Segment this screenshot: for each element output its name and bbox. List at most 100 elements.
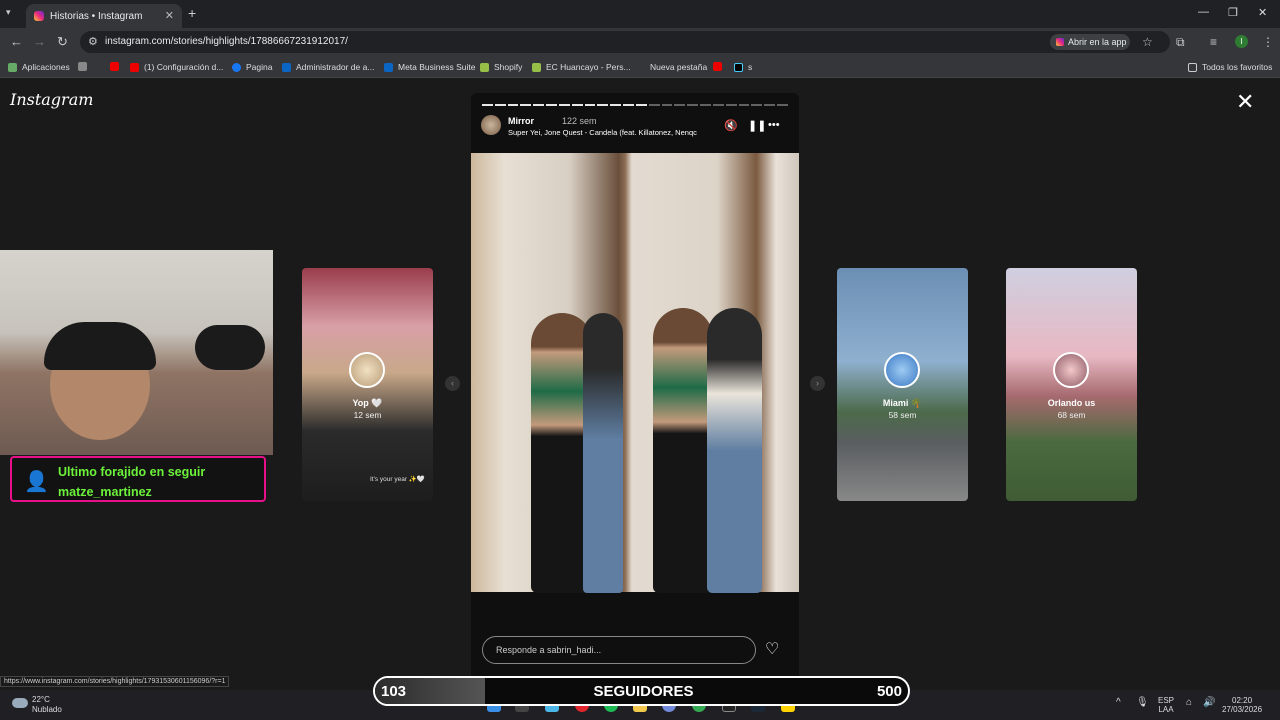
mute-icon[interactable]: 🔇 bbox=[724, 119, 738, 132]
microphone-tray-icon[interactable]: 🎙 bbox=[1136, 698, 1149, 708]
progress-segment bbox=[764, 104, 776, 106]
link-status-bar: https://www.instagram.com/stories/highli… bbox=[0, 676, 230, 687]
bookmark-youtube-2[interactable] bbox=[713, 62, 727, 71]
profile-avatar[interactable]: I bbox=[1235, 35, 1248, 48]
progress-segment bbox=[635, 104, 647, 106]
clock[interactable]: 02:20 27/03/2026 bbox=[1222, 696, 1262, 714]
progress-segment bbox=[597, 104, 609, 106]
webcam-overlay bbox=[0, 250, 273, 455]
minimize-icon[interactable]: — bbox=[1198, 6, 1209, 18]
open-in-app-button[interactable]: Abrir en la app bbox=[1050, 34, 1130, 50]
next-story-icon[interactable]: › bbox=[810, 376, 825, 391]
add-person-icon: 👤 bbox=[24, 471, 49, 493]
progress-segment bbox=[700, 104, 711, 106]
address-bar[interactable]: ⚙ instagram.com/stories/highlights/17886… bbox=[80, 31, 1170, 53]
bookmark-admin[interactable]: Administrador de a... bbox=[282, 62, 374, 72]
story-name: Orlando us bbox=[1047, 398, 1096, 408]
follower-goal-label: SEGUIDORES bbox=[593, 683, 694, 700]
story-time: 68 sem bbox=[1057, 410, 1086, 420]
side-story-yop[interactable]: Yop 🤍 12 sem It's your year ✨🤍 bbox=[302, 268, 433, 501]
all-favorites[interactable]: Todos los favoritos bbox=[1188, 62, 1272, 72]
pause-icon[interactable]: ❚❚ bbox=[748, 119, 766, 132]
progress-segment bbox=[751, 104, 763, 106]
tab-strip: ▾ Historias • Instagram ✕ + — ❐ ✕ bbox=[0, 0, 1280, 28]
bookmark-star-icon[interactable]: ☆ bbox=[1142, 35, 1153, 49]
tray-chevron-icon[interactable]: ^ bbox=[1116, 698, 1121, 708]
story-name: Miami 🌴 bbox=[882, 398, 923, 408]
more-options-icon[interactable]: ••• bbox=[768, 119, 780, 131]
side-story-miami[interactable]: Miami 🌴 58 sem bbox=[837, 268, 968, 501]
bookmark-youtube-1[interactable] bbox=[110, 62, 124, 71]
reply-input[interactable]: Responde a sabrin_hadi... bbox=[482, 636, 756, 664]
progress-segment bbox=[623, 104, 634, 106]
site-info-icon[interactable]: ⚙ bbox=[88, 35, 98, 48]
youtube-icon bbox=[713, 62, 722, 71]
tab-search-icon[interactable]: ▾ bbox=[6, 7, 11, 18]
alert-follower-name: matze_martinez bbox=[58, 485, 152, 499]
like-heart-icon[interactable]: ♡ bbox=[765, 639, 779, 659]
microphone-icon bbox=[195, 325, 265, 370]
network-icon[interactable]: ⌂ bbox=[1186, 698, 1192, 708]
progress-segment bbox=[610, 104, 622, 106]
new-tab-icon[interactable]: + bbox=[188, 5, 196, 21]
progress-segment bbox=[533, 104, 545, 106]
story-music[interactable]: Super Yei, Jone Quest - Candela (feat. K… bbox=[508, 128, 697, 137]
meta-icon bbox=[384, 62, 393, 72]
restore-icon[interactable]: ❐ bbox=[1228, 6, 1238, 19]
progress-segment bbox=[712, 104, 724, 106]
avatar bbox=[1053, 352, 1089, 388]
bookmark-apps[interactable]: Aplicaciones bbox=[8, 62, 70, 72]
story-time: 122 sem bbox=[562, 116, 597, 126]
folder-icon bbox=[1188, 62, 1197, 72]
reload-icon[interactable]: ↻ bbox=[57, 34, 68, 50]
apps-icon bbox=[8, 62, 17, 72]
back-icon[interactable]: ← bbox=[10, 34, 23, 49]
bookmark-meta-suite[interactable]: Meta Business Suite bbox=[384, 62, 475, 72]
side-story-orlando[interactable]: Orlando us 68 sem bbox=[1006, 268, 1137, 501]
tab-title: Historias • Instagram bbox=[50, 10, 143, 22]
window-close-icon[interactable]: ✕ bbox=[1258, 6, 1267, 19]
progress-segment bbox=[507, 104, 519, 106]
follower-alert: 👤 Ultimo forajido en seguir matze_martin… bbox=[10, 456, 266, 502]
bookmark-shopify[interactable]: Shopify bbox=[480, 62, 522, 72]
menu-icon[interactable]: ⋮ bbox=[1262, 35, 1274, 49]
active-story[interactable]: Mirror 122 sem Super Yei, Jone Quest - C… bbox=[471, 93, 799, 690]
url-text: instagram.com/stories/highlights/1788666… bbox=[105, 36, 348, 47]
progress-segment bbox=[725, 104, 737, 106]
story-username[interactable]: Mirror bbox=[508, 116, 534, 126]
bookmark-ec-huancayo[interactable]: EC Huancayo - Pers... bbox=[532, 62, 631, 72]
avatar[interactable] bbox=[481, 115, 501, 135]
progress-segment bbox=[520, 104, 532, 106]
close-tab-icon[interactable]: ✕ bbox=[165, 9, 174, 22]
extensions-icon[interactable]: ⧉ bbox=[1176, 35, 1185, 50]
follower-goal-bar: 103 SEGUIDORES 500 bbox=[373, 676, 910, 706]
avatar bbox=[349, 352, 385, 388]
progress-segment bbox=[661, 104, 673, 106]
avatar bbox=[884, 352, 920, 388]
progress-segment bbox=[674, 104, 686, 106]
bookmark-grid[interactable] bbox=[78, 62, 92, 71]
close-stories-icon[interactable]: ✕ bbox=[1236, 91, 1254, 113]
language-indicator[interactable]: ESP LAA bbox=[1158, 696, 1174, 714]
grid-icon bbox=[78, 62, 87, 71]
previous-story-icon[interactable]: ‹ bbox=[445, 376, 460, 391]
bookmark-new-tab[interactable]: Nueva pestaña bbox=[650, 62, 707, 72]
progress-segment bbox=[648, 104, 660, 106]
instagram-favicon-icon bbox=[34, 11, 44, 21]
cloud-icon bbox=[12, 698, 28, 708]
forward-icon[interactable]: → bbox=[33, 34, 46, 49]
instagram-logo[interactable]: Instagram bbox=[10, 90, 93, 109]
volume-icon[interactable]: 🔊 bbox=[1203, 698, 1215, 708]
story-caption: It's your year ✨🤍 bbox=[370, 476, 425, 483]
bookmark-config[interactable]: (1) Configuración d... bbox=[130, 62, 223, 72]
story-name: Yop 🤍 bbox=[352, 398, 383, 408]
progress-segment bbox=[777, 104, 788, 106]
shopify-icon bbox=[532, 62, 541, 72]
media-control-icon[interactable]: ≡ bbox=[1210, 35, 1217, 49]
progress-segment bbox=[738, 104, 750, 106]
progress-segment bbox=[558, 104, 570, 106]
bookmark-pagina[interactable]: Pagina bbox=[232, 62, 272, 72]
progress-segment bbox=[571, 104, 583, 106]
tab-instagram[interactable]: Historias • Instagram ✕ bbox=[26, 4, 182, 28]
bookmark-tiktok[interactable]: s bbox=[734, 62, 752, 72]
